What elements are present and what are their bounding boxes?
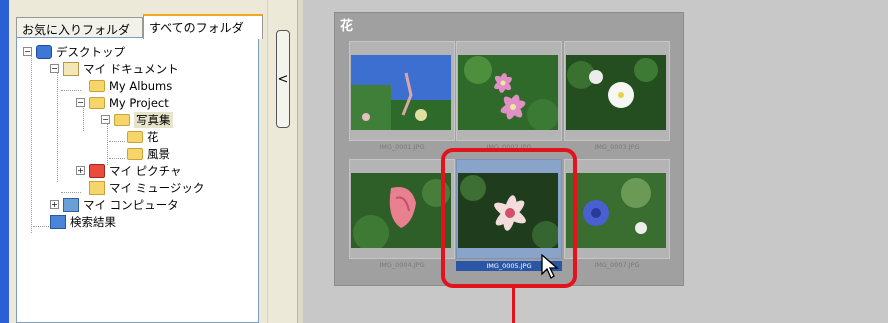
tree-item-my-music[interactable]: マイ ミュージック: [89, 179, 204, 196]
thumbnail-item[interactable]: IMG_0002.JPG: [456, 41, 562, 156]
thumbnail-item[interactable]: IMG_0004.JPG: [349, 159, 455, 274]
thumbnail-item[interactable]: IMG_0007.JPG: [564, 159, 670, 274]
collapse-pane-button[interactable]: <: [276, 30, 290, 128]
flower-photo-thumbnail: [566, 55, 666, 130]
tree-item-my-pictures[interactable]: + マイ ピクチャ: [76, 162, 182, 179]
search-results-icon: [50, 214, 66, 229]
thumbnail-filename: IMG_0007.JPG: [594, 261, 640, 269]
flower-photo-thumbnail: [351, 173, 451, 248]
tree-item-label: 花: [147, 129, 159, 144]
tree-item-scenery[interactable]: 風景: [127, 145, 170, 162]
folder-icon: [127, 148, 143, 160]
mouse-cursor-icon: [541, 254, 559, 279]
tree-item-my-documents[interactable]: − マイ ドキュメント: [50, 60, 179, 77]
tree-item-desktop[interactable]: − デスクトップ: [23, 43, 125, 60]
folder-icon: [114, 114, 130, 126]
chevron-left-icon: <: [277, 71, 289, 87]
expand-toggle[interactable]: +: [50, 200, 59, 209]
tree-item-label: My Project: [109, 95, 169, 110]
folder-tree: − デスクトップ − マイ ドキュメント My Albums − My Proj…: [16, 37, 259, 323]
tree-connector: [61, 192, 81, 193]
thumbnail-item[interactable]: IMG_0001.JPG: [349, 41, 455, 156]
collapse-toggle[interactable]: −: [101, 115, 110, 124]
thumbnail-item[interactable]: IMG_0003.JPG: [564, 41, 670, 156]
flower-photo-thumbnail: [566, 173, 666, 248]
folder-tabs: お気に入りフォルダ すべてのフォルダ: [16, 14, 266, 39]
flower-photo-thumbnail: [351, 55, 451, 130]
thumbnail-filename: IMG_0003.JPG: [594, 143, 640, 151]
tree-item-label: マイ ドキュメント: [83, 61, 179, 76]
tree-item-label: My Albums: [109, 78, 173, 93]
collapse-toggle[interactable]: −: [23, 47, 32, 56]
tree-item-search-results[interactable]: 検索結果: [50, 213, 116, 230]
callout-pointer-line: [512, 288, 515, 323]
window-edge: [0, 0, 9, 323]
tree-item-label: マイ ミュージック: [109, 180, 205, 195]
tree-item-my-computer[interactable]: + マイ コンピュータ: [50, 196, 179, 213]
tab-favorite-folders[interactable]: お気に入りフォルダ: [16, 17, 143, 37]
gallery-title: 花: [340, 19, 354, 34]
tree-item-label: マイ ピクチャ: [109, 163, 182, 178]
tree-item-label: マイ コンピュータ: [83, 197, 179, 212]
tree-item-label: 検索結果: [70, 214, 116, 229]
tree-item-my-project[interactable]: − My Project: [76, 94, 169, 111]
flower-photo-thumbnail: [458, 55, 558, 130]
tab-all-folders[interactable]: すべてのフォルダ: [143, 14, 263, 39]
my-documents-icon: [63, 61, 79, 76]
expand-toggle[interactable]: +: [76, 166, 85, 175]
thumbnail-filename: IMG_0001.JPG: [379, 143, 425, 151]
tree-item-label: 風景: [147, 146, 170, 161]
tree-connector: [109, 158, 125, 159]
folder-icon: [89, 97, 105, 109]
tree-item-label: デスクトップ: [56, 44, 125, 59]
my-music-icon: [89, 180, 105, 195]
desktop-icon: [36, 44, 52, 59]
tree-item-flowers[interactable]: 花: [127, 128, 159, 145]
collapse-toggle[interactable]: −: [50, 64, 59, 73]
tree-connector: [61, 90, 81, 91]
folder-icon: [89, 80, 105, 92]
tree-connector: [109, 141, 125, 142]
thumbnail-filename: IMG_0004.JPG: [379, 261, 425, 269]
tree-connector: [57, 69, 58, 182]
tree-item-label: 写真集: [134, 111, 173, 128]
folder-icon: [127, 131, 143, 143]
tree-item-photo-collection[interactable]: − 写真集: [101, 111, 173, 128]
collapse-toggle[interactable]: −: [76, 98, 85, 107]
my-pictures-icon: [89, 163, 105, 178]
my-computer-icon: [63, 197, 79, 212]
tree-item-my-albums[interactable]: My Albums: [89, 77, 172, 94]
tree-connector: [31, 52, 32, 233]
